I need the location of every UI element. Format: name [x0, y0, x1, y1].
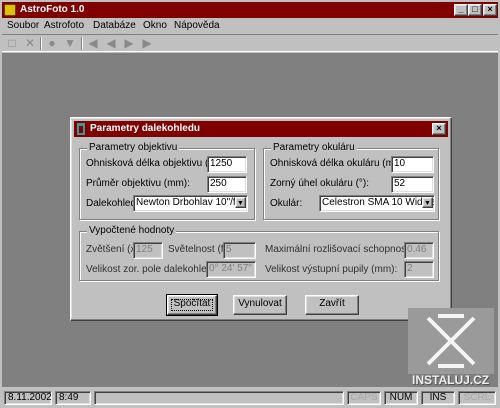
brightness-field: 5: [223, 242, 256, 259]
eyepiece-fov-input[interactable]: 52: [391, 176, 434, 193]
resolution-label: Maximální rozlišovací schopnost ("):: [265, 244, 425, 255]
compute-button[interactable]: Spočítat: [166, 294, 218, 316]
title-bar[interactable]: AstroFoto 1.0 _ □ ×: [2, 2, 498, 18]
watermark-text: INSTALUJ.CZ: [412, 373, 490, 387]
menu-astrofoto[interactable]: Astrofoto: [44, 19, 84, 33]
chevron-down-icon[interactable]: ▼: [422, 197, 433, 208]
objective-focal-input[interactable]: 1250: [207, 156, 247, 173]
eyepiece-group-caption: Parametry okuláru: [271, 142, 357, 154]
clear-button[interactable]: Vynulovat: [233, 295, 287, 315]
close-button[interactable]: ×: [483, 4, 497, 16]
new-icon[interactable]: □: [5, 37, 19, 50]
focus-rectangle: [171, 299, 213, 311]
last-icon[interactable]: ▶: [140, 37, 154, 50]
status-caps: CAPS: [347, 391, 381, 405]
app-title: AstroFoto 1.0: [20, 4, 85, 15]
objective-group-caption: Parametry objektivu: [87, 142, 180, 154]
menu-databaze[interactable]: Databáze: [93, 19, 136, 33]
status-message: [94, 391, 344, 405]
status-ins: INS: [421, 391, 455, 405]
dialog-close-action-button[interactable]: Zavřít: [305, 295, 359, 315]
close-button-label: Zavřít: [319, 298, 345, 309]
status-num: NUM: [384, 391, 418, 405]
eyepiece-select-value: Celestron SMA 10 Wide ang: [322, 197, 434, 208]
next-icon[interactable]: ▶: [122, 37, 136, 50]
eyepiece-focal-input[interactable]: 10: [391, 156, 434, 173]
telescope-label: Dalekohled:: [86, 198, 139, 209]
exit-pupil-label: Velikost výstupní pupily (mm):: [265, 264, 398, 275]
resolution-field: 0.46: [404, 242, 434, 259]
telescope-select[interactable]: Newton Drbohlav 10"/f5 ▼: [133, 195, 248, 212]
toolbar-separator: [40, 37, 42, 50]
dialog-title: Parametry dalekohledu: [90, 123, 201, 134]
toolbar-separator: [81, 37, 83, 50]
prev-icon[interactable]: ◀: [104, 37, 118, 50]
status-date: 8.11.2002: [4, 391, 52, 405]
filter-icon[interactable]: ▼: [63, 37, 77, 50]
menu-bar: Soubor Astrofoto Databáze Okno Nápověda: [2, 18, 498, 34]
menu-soubor[interactable]: Soubor: [7, 19, 39, 33]
menu-okno[interactable]: Okno: [143, 19, 167, 33]
clear-button-label: Vynulovat: [238, 298, 282, 309]
toolbar: □ ✕ ● ▼ ◀ ◀ ▶ ▶: [2, 34, 498, 52]
telescope-icon: [77, 123, 85, 135]
binoculars-icon[interactable]: ●: [45, 37, 59, 50]
field-of-view-field: 0° 24' 57": [206, 261, 256, 278]
maximize-button[interactable]: □: [468, 4, 482, 16]
objective-diameter-label: Průměr objektivu (mm):: [86, 178, 190, 189]
status-time: 8:49: [55, 391, 91, 405]
first-icon[interactable]: ◀: [86, 37, 100, 50]
eyepiece-label: Okulár:: [270, 198, 303, 209]
exit-pupil-field: 2: [404, 261, 434, 278]
eyepiece-fov-label: Zorný úhel okuláru (°):: [270, 178, 370, 189]
dialog-title-bar[interactable]: Parametry dalekohledu ×: [74, 121, 448, 137]
app-icon: [4, 4, 16, 16]
status-scrl: SCRL: [458, 391, 496, 405]
status-bar: 8.11.2002 8:49 CAPS NUM INS SCRL: [2, 390, 498, 406]
chevron-down-icon[interactable]: ▼: [235, 197, 246, 208]
eyepiece-focal-label: Ohnisková délka okuláru (mm):: [270, 158, 409, 169]
telescope-select-value: Newton Drbohlav 10"/f5: [136, 197, 242, 208]
eyepiece-select[interactable]: Celestron SMA 10 Wide ang ▼: [319, 195, 435, 212]
watermark-mark-icon: [408, 308, 494, 374]
magnification-field: 125: [133, 242, 163, 259]
dialog-close-button[interactable]: ×: [432, 123, 446, 135]
menu-napoveda[interactable]: Nápověda: [174, 19, 220, 33]
delete-icon[interactable]: ✕: [23, 37, 37, 50]
telescope-parameters-dialog: Parametry dalekohledu × Parametry objekt…: [70, 117, 452, 321]
watermark-logo: [408, 308, 494, 374]
objective-diameter-input[interactable]: 250: [207, 176, 247, 193]
brightness-label: Světelnost (f):: [168, 244, 230, 255]
computed-group-caption: Vypočtené hodnoty: [87, 225, 177, 237]
minimize-button[interactable]: _: [454, 4, 468, 16]
